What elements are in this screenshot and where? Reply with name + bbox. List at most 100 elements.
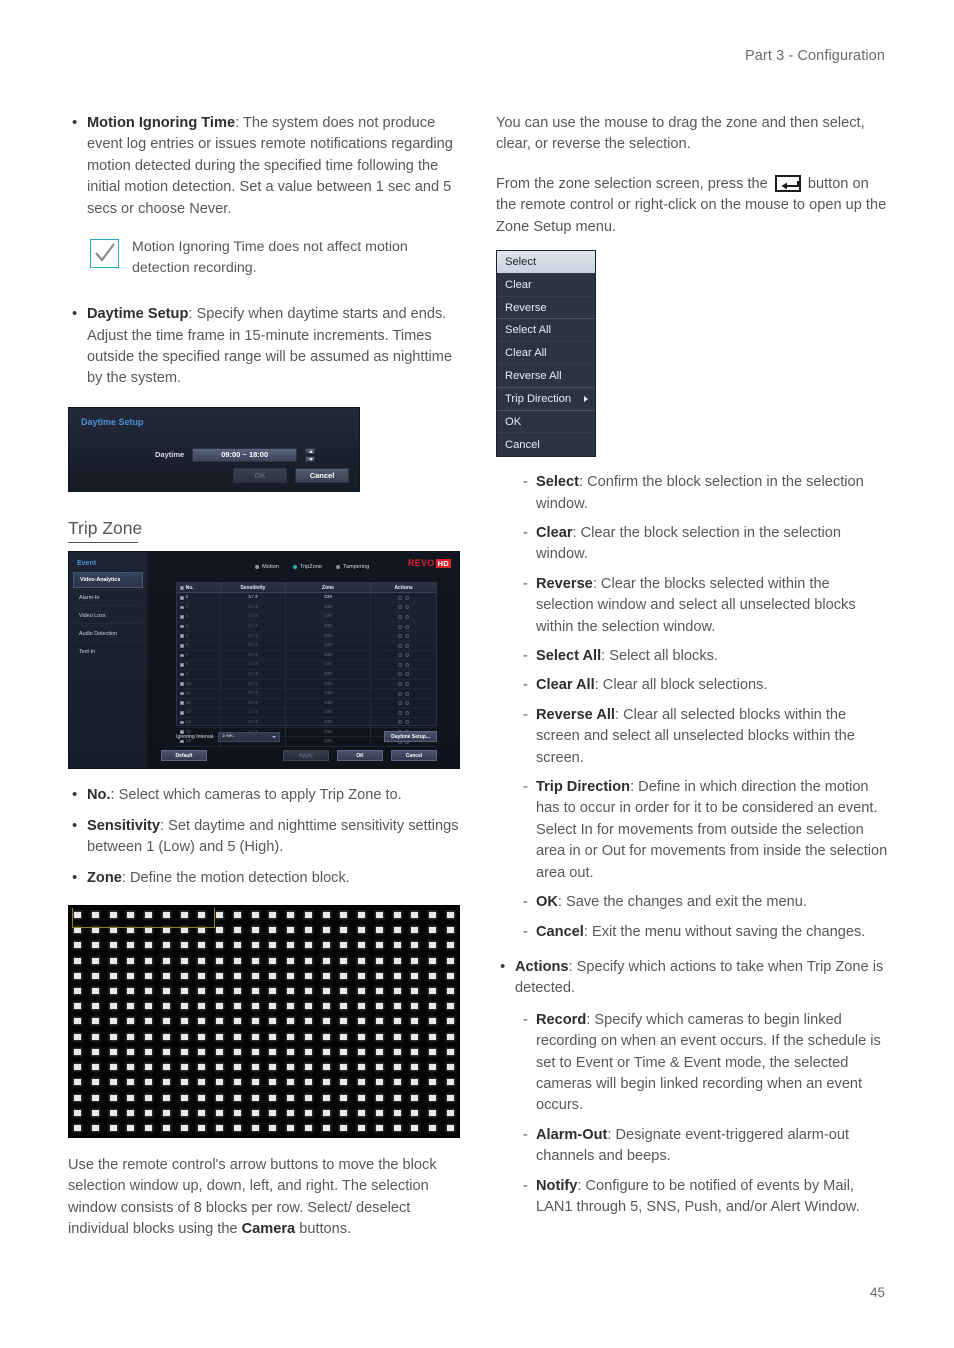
- motion-block[interactable]: [127, 1079, 135, 1086]
- tab-motion[interactable]: Motion: [255, 564, 279, 570]
- cell-zone[interactable]: 336: [286, 698, 372, 708]
- checkbox-icon[interactable]: [180, 691, 184, 696]
- motion-block[interactable]: [411, 988, 419, 995]
- motion-block[interactable]: [233, 1064, 241, 1071]
- sidebar-item-video-loss[interactable]: Video Loss: [73, 608, 143, 625]
- motion-block[interactable]: [198, 1124, 206, 1131]
- motion-block[interactable]: [429, 957, 436, 964]
- motion-block[interactable]: [358, 1079, 365, 1086]
- motion-block[interactable]: [162, 1109, 170, 1116]
- cell-no[interactable]: 11: [177, 689, 222, 698]
- menu-item-select[interactable]: Select: [497, 251, 595, 274]
- cell-no[interactable]: 14: [177, 718, 222, 727]
- motion-block[interactable]: [358, 988, 365, 995]
- motion-block[interactable]: [180, 1003, 188, 1010]
- table-row[interactable]: 11 3 / 3 336: [177, 689, 436, 699]
- motion-block[interactable]: [287, 927, 294, 934]
- motion-block[interactable]: [411, 1079, 419, 1086]
- motion-block[interactable]: [180, 1018, 188, 1025]
- daytime-ok-button[interactable]: OK: [233, 467, 287, 483]
- motion-block[interactable]: [233, 1048, 241, 1055]
- motion-block[interactable]: [358, 1018, 365, 1025]
- motion-block[interactable]: [429, 1064, 436, 1071]
- motion-block[interactable]: [162, 957, 170, 964]
- motion-block[interactable]: [446, 1033, 454, 1040]
- motion-block[interactable]: [322, 1109, 330, 1116]
- cell-actions[interactable]: [371, 593, 436, 602]
- cell-zone[interactable]: 336: [286, 612, 372, 622]
- motion-block[interactable]: [233, 957, 241, 964]
- motion-block[interactable]: [304, 1048, 312, 1055]
- motion-block[interactable]: [375, 1018, 383, 1025]
- motion-block[interactable]: [109, 972, 117, 979]
- motion-block[interactable]: [233, 1018, 241, 1025]
- cell-no[interactable]: 2: [177, 603, 222, 612]
- cell-actions[interactable]: [371, 709, 436, 718]
- motion-block[interactable]: [145, 1003, 152, 1010]
- motion-block[interactable]: [145, 1033, 152, 1040]
- motion-block[interactable]: [287, 1109, 294, 1116]
- motion-block[interactable]: [322, 927, 330, 934]
- motion-block[interactable]: [446, 1079, 454, 1086]
- motion-block[interactable]: [446, 942, 454, 949]
- motion-block[interactable]: [180, 1033, 188, 1040]
- cell-no[interactable]: 1: [177, 593, 222, 603]
- motion-block[interactable]: [269, 942, 277, 949]
- cell-sensitivity[interactable]: 3 / 3: [221, 593, 286, 603]
- motion-block[interactable]: [91, 988, 99, 995]
- motion-block[interactable]: [340, 957, 348, 964]
- motion-block[interactable]: [145, 1109, 152, 1116]
- motion-block[interactable]: [287, 1094, 294, 1101]
- cell-zone[interactable]: 336: [286, 622, 372, 631]
- sidebar-item-audio-detection[interactable]: Audio Detection: [73, 626, 143, 643]
- motion-block[interactable]: [358, 1094, 365, 1101]
- checkbox-icon[interactable]: [180, 701, 184, 706]
- checkbox-icon[interactable]: [180, 624, 184, 629]
- motion-block[interactable]: [251, 1094, 259, 1101]
- motion-block[interactable]: [358, 1033, 365, 1040]
- motion-block[interactable]: [180, 1079, 188, 1086]
- motion-block[interactable]: [446, 1018, 454, 1025]
- motion-block[interactable]: [91, 912, 99, 919]
- motion-block[interactable]: [109, 1064, 117, 1071]
- motion-block[interactable]: [127, 1018, 135, 1025]
- motion-block[interactable]: [393, 988, 401, 995]
- tab-tripzone[interactable]: TripZone: [292, 564, 322, 570]
- cell-zone[interactable]: 336: [286, 631, 372, 641]
- table-row[interactable]: 6 3 / 3 336: [177, 641, 436, 651]
- motion-block[interactable]: [287, 912, 294, 919]
- cell-sensitivity[interactable]: 3 / 3: [221, 651, 286, 660]
- motion-block[interactable]: [109, 988, 117, 995]
- motion-block[interactable]: [198, 912, 206, 919]
- motion-block[interactable]: [375, 1124, 383, 1131]
- motion-block[interactable]: [429, 1033, 436, 1040]
- motion-block[interactable]: [411, 972, 419, 979]
- motion-block[interactable]: [269, 1003, 277, 1010]
- motion-block[interactable]: [180, 1048, 188, 1055]
- motion-block[interactable]: [109, 1094, 117, 1101]
- motion-block[interactable]: [127, 927, 135, 934]
- sidebar-item-alarm-in[interactable]: Alarm-In: [73, 590, 143, 607]
- menu-item-select-all[interactable]: Select All: [497, 319, 595, 343]
- motion-block[interactable]: [340, 1033, 348, 1040]
- motion-block[interactable]: [411, 1003, 419, 1010]
- motion-block[interactable]: [109, 1018, 117, 1025]
- motion-block[interactable]: [198, 1048, 206, 1055]
- motion-block[interactable]: [269, 1079, 277, 1086]
- motion-block[interactable]: [429, 1048, 436, 1055]
- daytime-cancel-button[interactable]: Cancel: [295, 467, 349, 483]
- motion-block[interactable]: [251, 1003, 259, 1010]
- motion-block[interactable]: [304, 942, 312, 949]
- motion-block[interactable]: [162, 1033, 170, 1040]
- cell-no[interactable]: 6: [177, 641, 222, 650]
- motion-block[interactable]: [429, 972, 436, 979]
- motion-block[interactable]: [145, 1048, 152, 1055]
- motion-block[interactable]: [74, 927, 81, 934]
- motion-block[interactable]: [269, 1048, 277, 1055]
- motion-block[interactable]: [233, 988, 241, 995]
- motion-block[interactable]: [127, 957, 135, 964]
- cell-no[interactable]: 9: [177, 670, 222, 679]
- motion-block[interactable]: [446, 1064, 454, 1071]
- table-row[interactable]: 13 3 / 3 336: [177, 708, 436, 719]
- motion-block[interactable]: [180, 1064, 188, 1071]
